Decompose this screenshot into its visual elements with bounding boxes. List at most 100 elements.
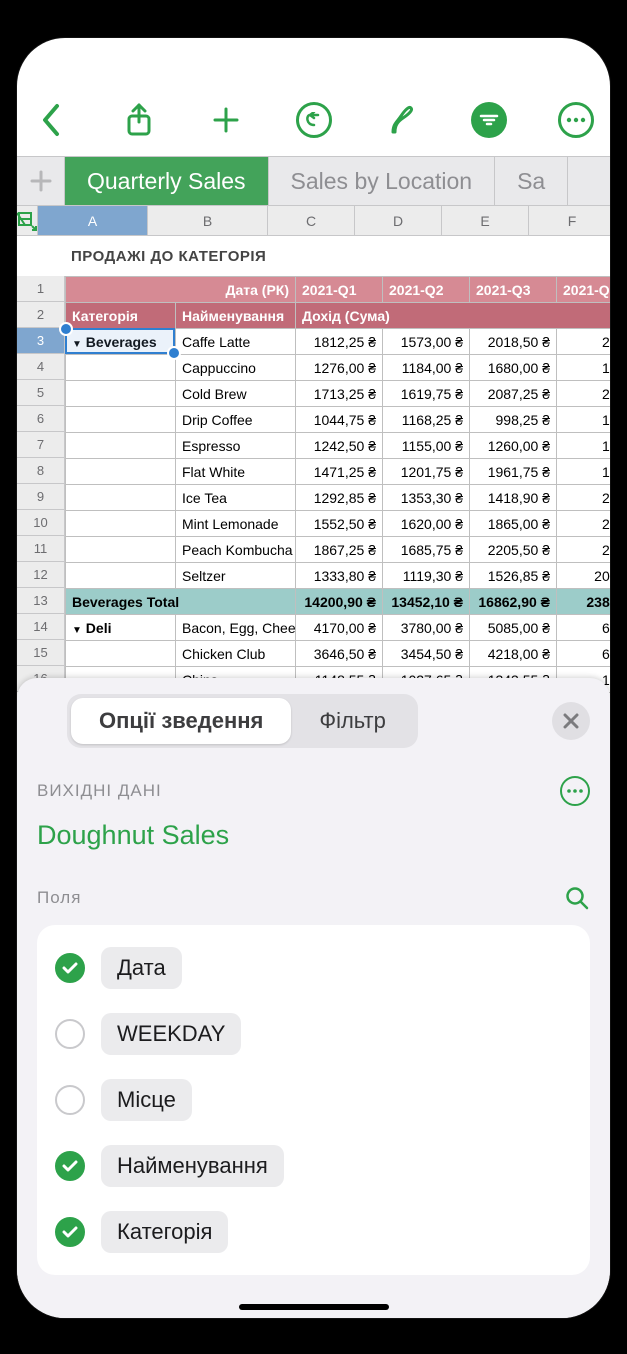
seg-pivot-options[interactable]: Опції зведення xyxy=(71,698,291,744)
column-header[interactable]: B xyxy=(148,206,268,235)
pivot-value-cell: 1044,75 ₴ xyxy=(296,407,383,433)
pivot-value-cell: 1471,25 ₴ xyxy=(296,459,383,485)
field-checkbox[interactable] xyxy=(55,1019,85,1049)
select-all-cell[interactable] xyxy=(17,206,38,235)
pivot-value-cell: 2063, xyxy=(557,485,611,511)
pivot-value-cell: 1119,30 ₴ xyxy=(383,563,470,589)
pivot-category-cell[interactable] xyxy=(66,459,176,485)
pivot-value-cell: 4218,00 ₴ xyxy=(470,641,557,667)
row-header[interactable]: 7 xyxy=(17,432,65,458)
new-button[interactable] xyxy=(202,98,250,142)
pivot-category-cell[interactable] xyxy=(66,407,176,433)
sheet-tabs: Quarterly Sales Sales by Location Sa xyxy=(17,156,610,206)
pivot-category-cell[interactable] xyxy=(66,485,176,511)
pivot-value-cell: 1242,50 ₴ xyxy=(296,433,383,459)
search-icon xyxy=(564,885,590,911)
pivot-category-cell[interactable] xyxy=(66,355,176,381)
pivot-category-cell[interactable] xyxy=(66,381,176,407)
row-header[interactable]: 2 xyxy=(17,302,65,328)
field-pill[interactable]: WEEKDAY xyxy=(101,1013,241,1055)
column-header[interactable]: F xyxy=(529,206,610,235)
toolbar xyxy=(17,38,610,156)
pivot-total-value: 13452,10 ₴ xyxy=(383,589,470,615)
row-header[interactable]: 12 xyxy=(17,562,65,588)
pivot-value-cell: 1921, xyxy=(557,459,611,485)
seg-filter[interactable]: Фільтр xyxy=(291,698,414,744)
pivot-header-quarter: 2021-Q2 xyxy=(383,277,470,303)
more-button[interactable] xyxy=(552,98,600,142)
search-fields-button[interactable] xyxy=(564,885,590,911)
home-indicator xyxy=(239,1304,389,1310)
pivot-category-cell[interactable] xyxy=(66,433,176,459)
row-header[interactable]: 5 xyxy=(17,380,65,406)
sheet-tab-active[interactable]: Quarterly Sales xyxy=(65,157,269,205)
row-header[interactable]: 8 xyxy=(17,458,65,484)
column-header[interactable]: C xyxy=(268,206,355,235)
more-icon xyxy=(567,789,583,793)
row-header[interactable]: 1 xyxy=(17,276,65,302)
field-row: Найменування xyxy=(51,1133,576,1199)
pivot-header-quarter: 2021-Q1 xyxy=(296,277,383,303)
pivot-header-date: Дата (РК) xyxy=(66,277,296,303)
field-pill[interactable]: Дата xyxy=(101,947,182,989)
row-header[interactable]: 3 xyxy=(17,328,65,354)
pivot-category-cell[interactable]: ▼ Deli xyxy=(66,615,176,641)
pivot-value-cell: 2018,50 ₴ xyxy=(470,329,557,355)
close-panel-button[interactable] xyxy=(552,702,590,740)
row-header[interactable]: 15 xyxy=(17,640,65,666)
column-header[interactable]: A xyxy=(38,206,148,235)
field-row: Дата xyxy=(51,935,576,1001)
pivot-category-cell[interactable] xyxy=(66,537,176,563)
undo-button[interactable] xyxy=(290,98,338,142)
pivot-category-cell[interactable] xyxy=(66,563,176,589)
row-header[interactable]: 13 xyxy=(17,588,65,614)
pivot-value-cell: 1552,50 ₴ xyxy=(296,511,383,537)
pivot-value-cell: 1680,00 ₴ xyxy=(470,355,557,381)
field-checkbox[interactable] xyxy=(55,1217,85,1247)
pivot-category-cell[interactable]: ▼ Beverages xyxy=(66,329,176,355)
sort-button[interactable] xyxy=(465,98,513,142)
share-button[interactable] xyxy=(115,98,163,142)
pivot-value-cell: 1713,25 ₴ xyxy=(296,381,383,407)
row-header[interactable]: 14 xyxy=(17,614,65,640)
pivot-total-value: 14200,90 ₴ xyxy=(296,589,383,615)
field-pill[interactable]: Категорія xyxy=(101,1211,228,1253)
sheet-tab[interactable]: Sales by Location xyxy=(269,157,496,205)
pivot-name-cell: Bacon, Egg, Cheese xyxy=(176,615,296,641)
sheet-tab[interactable]: Sa xyxy=(495,157,568,205)
pivot-value-cell: 1610, xyxy=(557,433,611,459)
field-pill[interactable]: Місце xyxy=(101,1079,192,1121)
pivot-header-quarter: 2021-Q3 xyxy=(470,277,557,303)
row-header[interactable]: 10 xyxy=(17,510,65,536)
pivot-value-cell: 1865,00 ₴ xyxy=(470,511,557,537)
column-header[interactable]: D xyxy=(355,206,442,235)
pivot-value-cell: 1961,75 ₴ xyxy=(470,459,557,485)
new-sheet-button[interactable] xyxy=(17,157,65,205)
row-header[interactable]: 4 xyxy=(17,354,65,380)
pivot-value-cell: 1867,25 ₴ xyxy=(296,537,383,563)
field-checkbox[interactable] xyxy=(55,953,85,983)
row-header[interactable]: 9 xyxy=(17,484,65,510)
source-table-name[interactable]: Doughnut Sales xyxy=(37,820,590,851)
spreadsheet-grid[interactable]: 12345678910111213141516 ПРОДАЖІ ДО КАТЕГ… xyxy=(17,236,610,693)
segmented-control: Опції зведення Фільтр xyxy=(67,694,418,748)
field-pill[interactable]: Найменування xyxy=(101,1145,284,1187)
pivot-value-cell: 1549, xyxy=(557,407,611,433)
row-header[interactable]: 11 xyxy=(17,536,65,562)
field-checkbox[interactable] xyxy=(55,1151,85,1181)
pivot-name-cell: Flat White xyxy=(176,459,296,485)
source-more-button[interactable] xyxy=(560,776,590,806)
pivot-value-cell: 1155,00 ₴ xyxy=(383,433,470,459)
format-brush-button[interactable] xyxy=(377,98,425,142)
pivot-category-cell[interactable] xyxy=(66,511,176,537)
back-button[interactable] xyxy=(27,98,75,142)
pivot-category-cell[interactable] xyxy=(66,641,176,667)
pivot-value-cell: 2205,50 ₴ xyxy=(470,537,557,563)
column-header[interactable]: E xyxy=(442,206,529,235)
pivot-value-cell: 1573,00 ₴ xyxy=(383,329,470,355)
row-header[interactable]: 6 xyxy=(17,406,65,432)
pivot-value-cell: 2087,25 ₴ xyxy=(470,381,557,407)
pivot-value-cell: 1292,85 ₴ xyxy=(296,485,383,511)
field-row: Категорія xyxy=(51,1199,576,1265)
field-checkbox[interactable] xyxy=(55,1085,85,1115)
